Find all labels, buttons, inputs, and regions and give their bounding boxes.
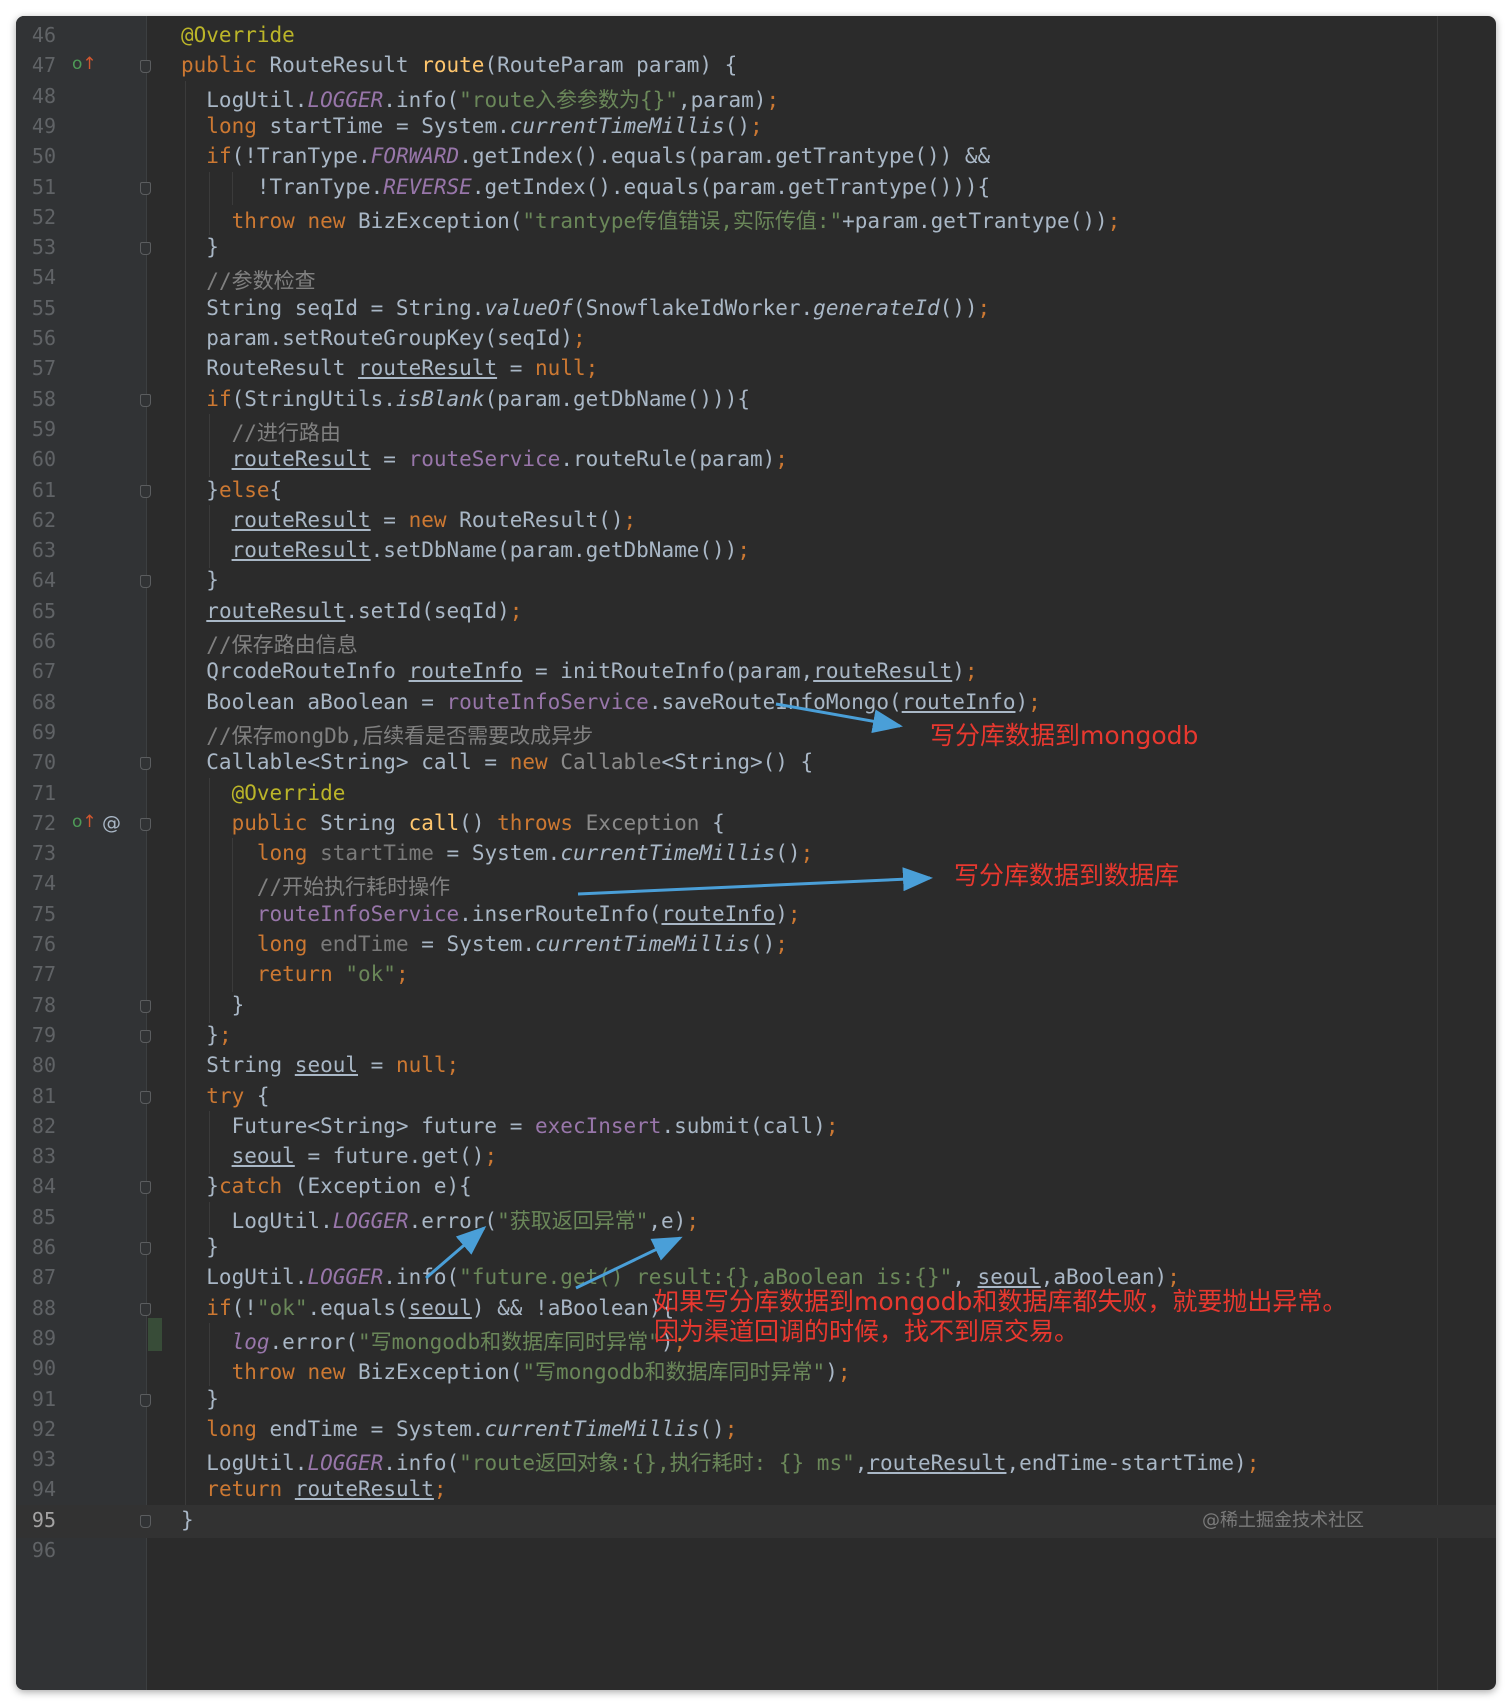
arrow-to-log-result — [575, 1236, 683, 1290]
arrow-to-database-note — [577, 867, 933, 896]
arrow-to-mongodb-note — [775, 702, 903, 734]
code-editor-window: 46 @Override 47 o↑ public RouteResult route(… — [16, 16, 1496, 1690]
annotation-arrows — [425, 702, 933, 1290]
watermark: @稀土掘金技术社区 — [1202, 1510, 1364, 1531]
arrow-to-log-call — [425, 1226, 487, 1280]
